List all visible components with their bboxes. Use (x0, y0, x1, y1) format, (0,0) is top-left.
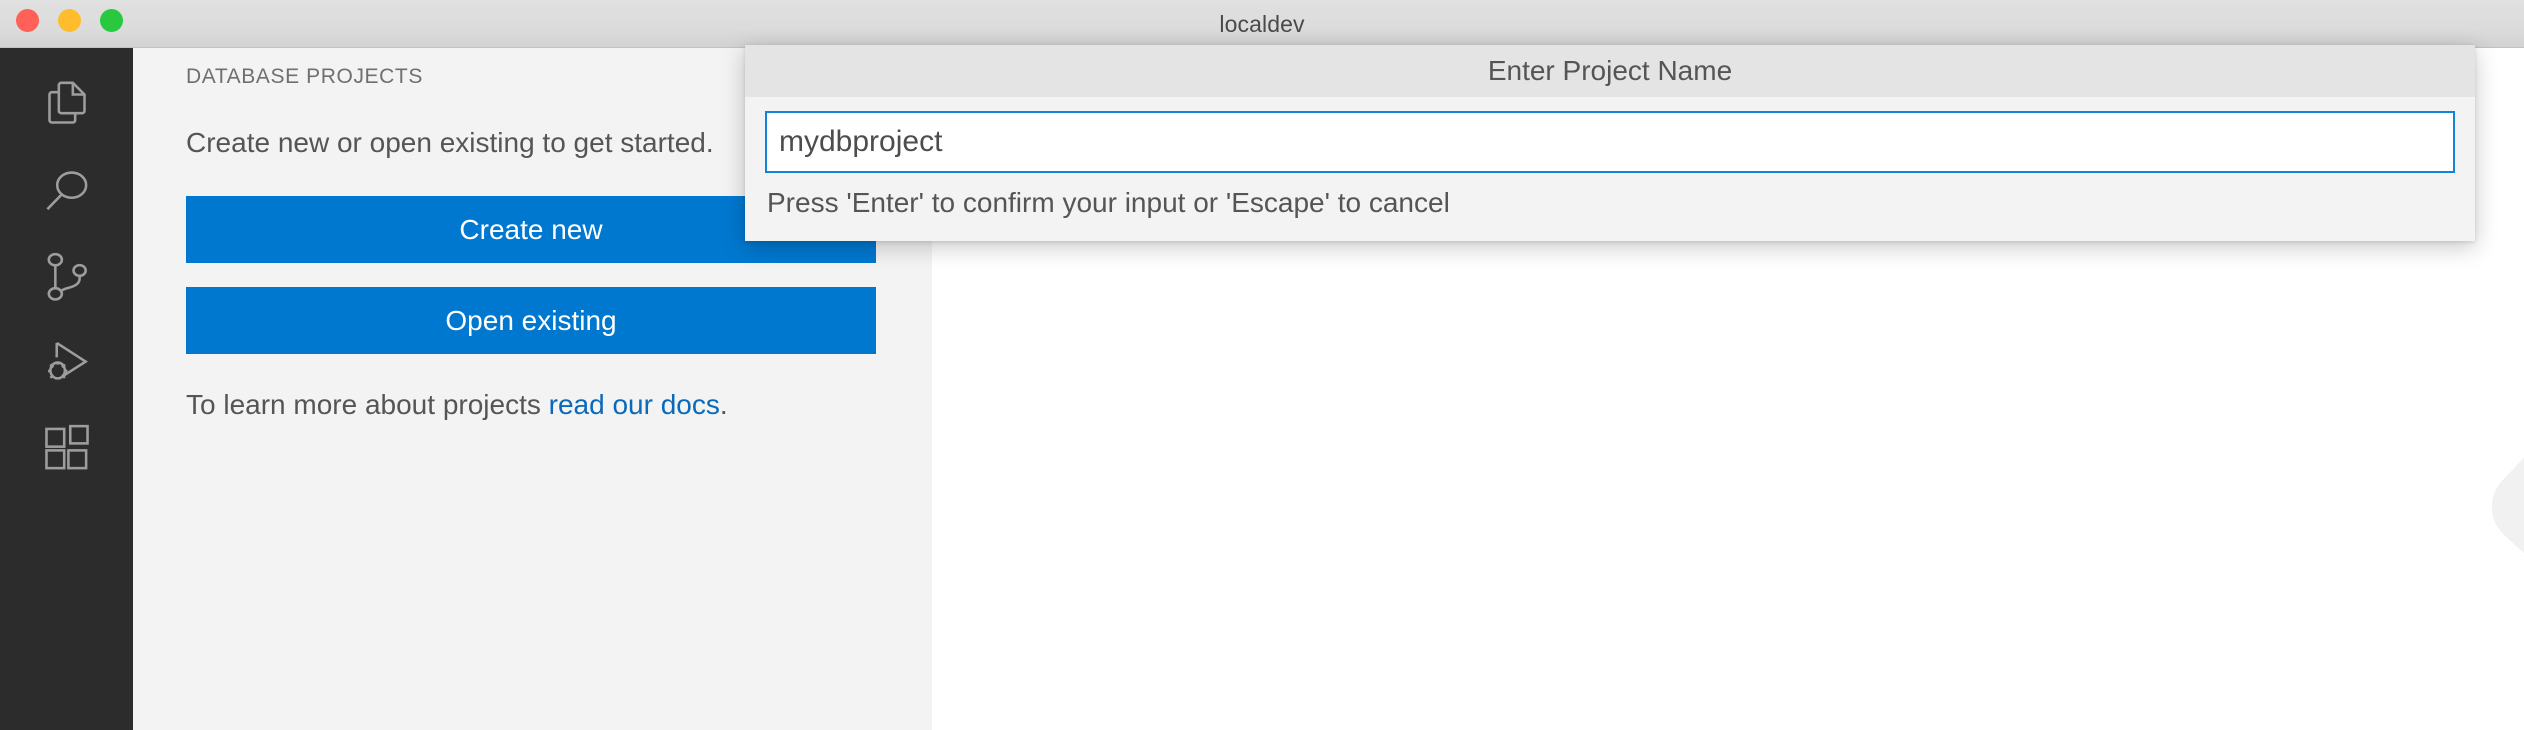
panel-title: DATABASE PROJECTS (186, 64, 423, 88)
quick-input-titlebar: Enter Project Name (745, 45, 2475, 97)
activity-item-explorer[interactable] (0, 62, 133, 148)
learn-more-prefix: To learn more about projects (186, 389, 549, 420)
quick-input-field-wrap (745, 97, 2475, 173)
quick-input-hint: Press 'Enter' to confirm your input or '… (767, 187, 1450, 218)
activity-item-source-control[interactable] (0, 234, 133, 320)
read-our-docs-link[interactable]: read our docs (549, 389, 720, 420)
vscode-logo-watermark (2491, 216, 2524, 730)
quick-input-dialog: Enter Project Name Press 'Enter' to conf… (745, 45, 2475, 241)
activity-item-search[interactable] (0, 148, 133, 234)
project-name-input[interactable] (765, 111, 2455, 173)
activity-item-extensions[interactable] (0, 406, 133, 492)
source-control-branch-icon (39, 249, 95, 305)
files-explorer-icon (39, 77, 95, 133)
learn-more-text: To learn more about projects read our do… (186, 378, 876, 431)
quick-input-title: Enter Project Name (1487, 55, 1733, 86)
window-titlebar: localdev (0, 0, 2524, 48)
window-title: localdev (1219, 11, 1305, 37)
open-existing-button[interactable]: Open existing (186, 287, 876, 354)
activity-bar (0, 48, 133, 730)
run-and-debug-icon (39, 335, 95, 391)
activity-item-run-debug[interactable] (0, 320, 133, 406)
learn-more-suffix: . (719, 389, 728, 420)
search-icon (39, 163, 95, 219)
extensions-blocks-icon (39, 421, 95, 477)
